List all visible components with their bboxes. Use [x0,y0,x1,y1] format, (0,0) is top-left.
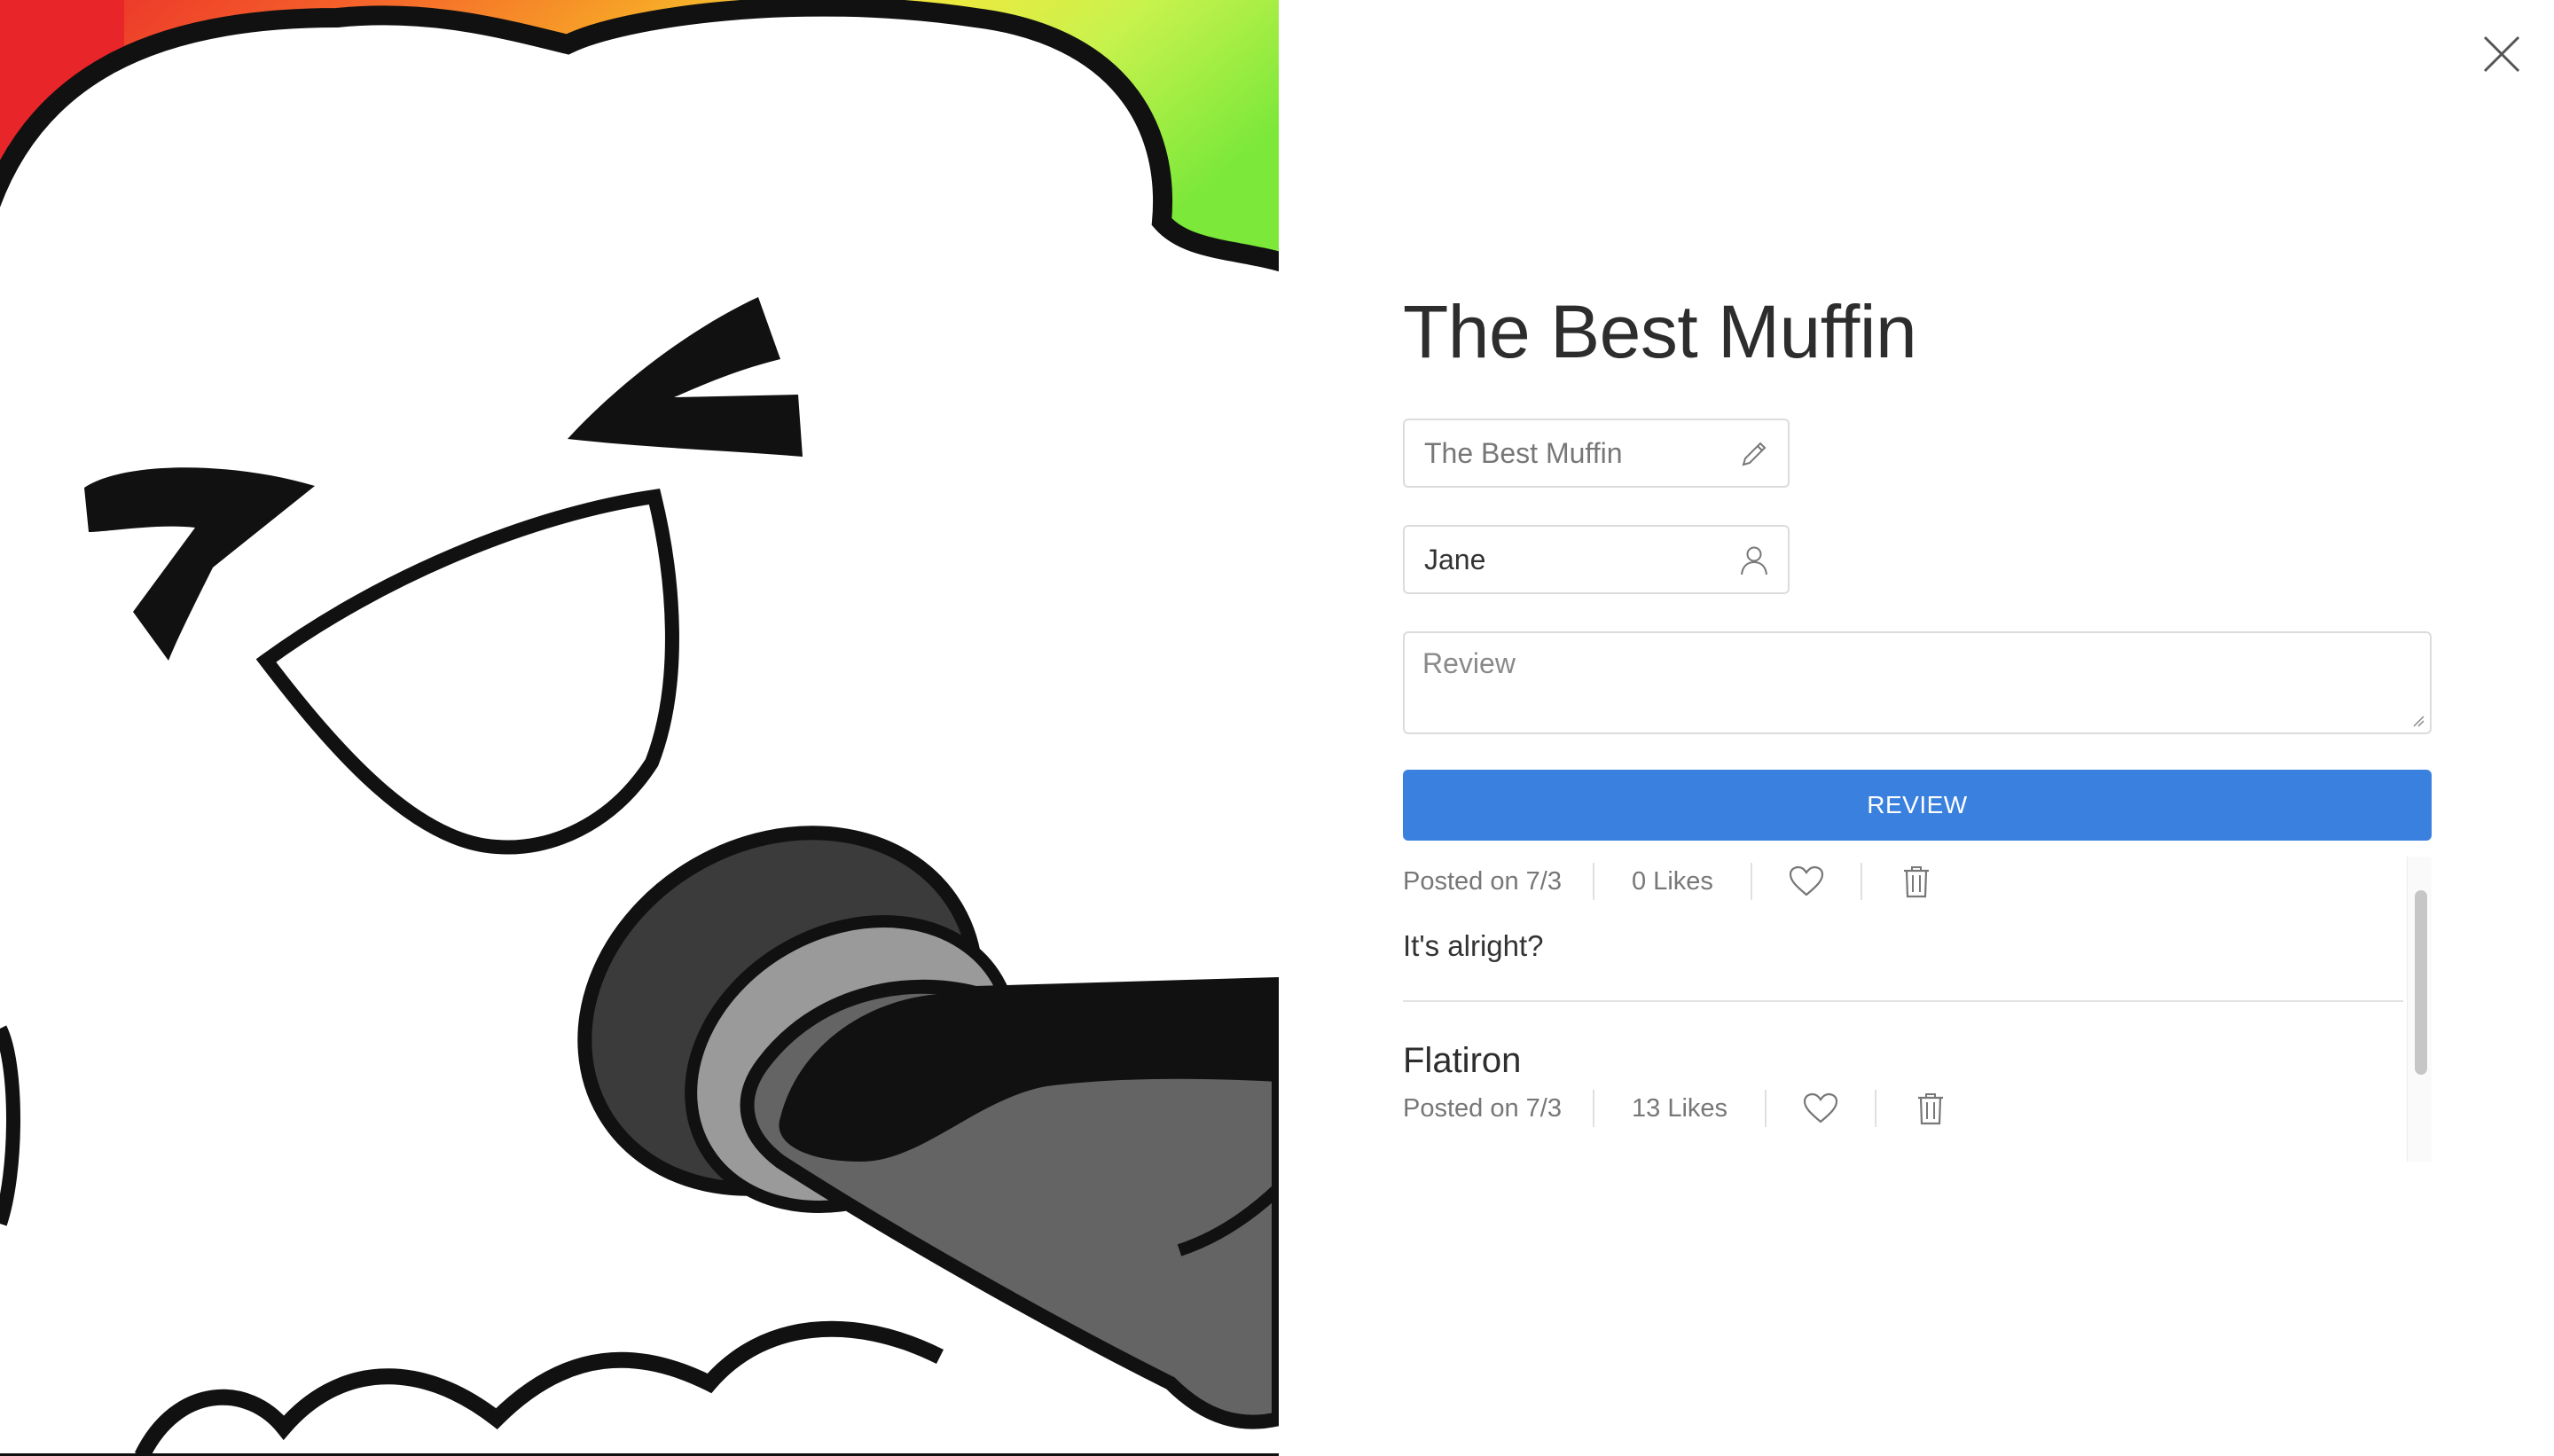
page-title: The Best Muffin [1403,290,1917,373]
review-likes: 13 Likes [1632,1093,1728,1123]
pencil-icon [1738,438,1770,470]
review-meta: Posted on 7/3 0 Likes [1403,857,2403,906]
product-image [0,0,1279,1456]
reviewer-name: Flatiron [1403,1041,1522,1080]
close-icon [2483,35,2520,73]
review-meta: Posted on 7/3 13 Likes [1403,1084,2403,1133]
trash-icon [1918,1093,1944,1125]
trash-icon [1903,866,1929,898]
author-field [1403,525,1790,594]
close-button[interactable] [2480,32,2524,76]
resize-grip-icon[interactable] [2410,713,2425,727]
heart-icon [1789,865,1823,896]
reviews-content: Posted on 7/3 0 Likes It's alright? Flat… [1403,857,2403,1133]
delete-button[interactable] [1876,1092,1985,1125]
product-name-input[interactable] [1405,420,1743,486]
review-divider [1403,1000,2403,1002]
review-date: Posted on 7/3 [1403,1093,1562,1123]
like-button[interactable] [1752,865,1861,897]
review-textarea[interactable] [1405,633,2430,732]
scrollbar-thumb[interactable] [2415,890,2427,1075]
cartoon-illustration [0,0,1279,1456]
review-likes: 0 Likes [1632,866,1713,896]
review-item: Flatiron Posted on 7/3 13 Likes [1403,1041,2403,1133]
product-name-field [1403,419,1790,488]
review-submit-button[interactable]: REVIEW [1403,770,2432,841]
heart-icon [1803,1092,1838,1123]
scrollbar[interactable] [2407,857,2432,1162]
review-field [1403,631,2432,734]
user-icon [1738,544,1770,576]
reviews-list[interactable]: Posted on 7/3 0 Likes It's alright? Flat… [1403,857,2432,1162]
review-text: It's alright? [1403,929,1544,962]
product-detail-panel: The Best Muffin REVIEW [1403,0,2432,1456]
like-button[interactable] [1767,1092,1875,1124]
review-date: Posted on 7/3 [1403,866,1562,896]
author-input[interactable] [1405,527,1743,592]
review-item: Posted on 7/3 0 Likes It's alright? [1403,857,2403,1002]
delete-button[interactable] [1862,865,1970,898]
